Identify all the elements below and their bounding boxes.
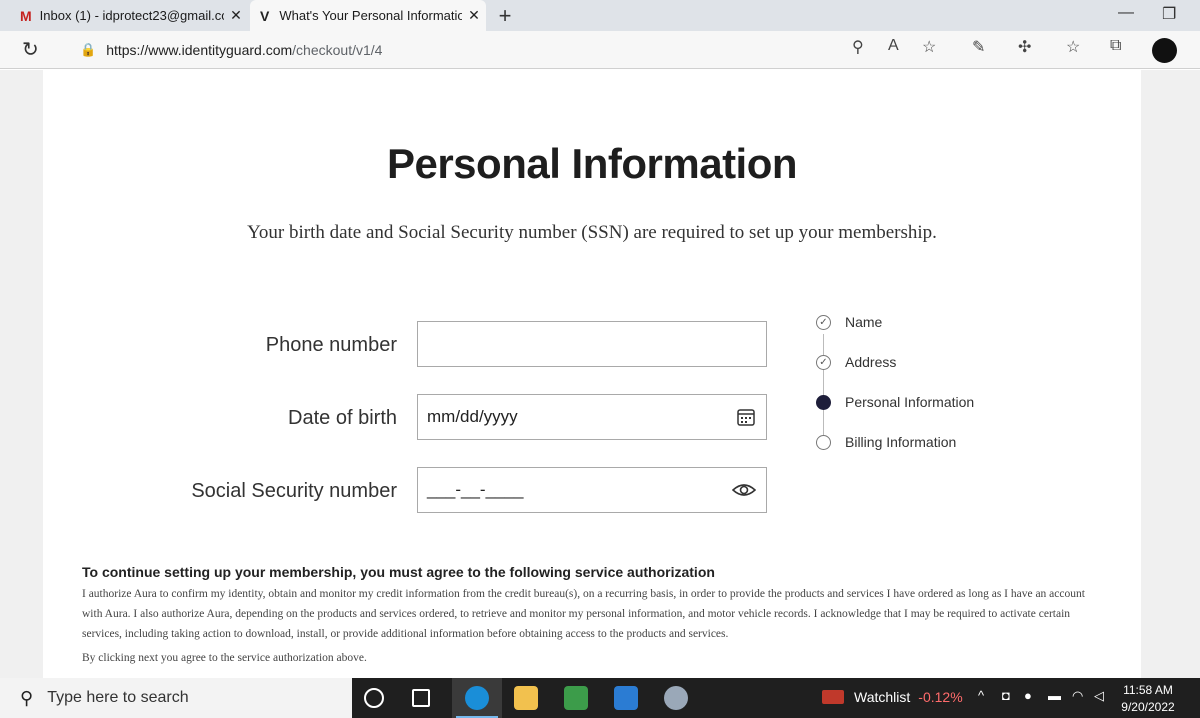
lock-icon[interactable]: 🔒 [80, 42, 96, 58]
tab-label: Inbox (1) - idprotect23@gmail.co [39, 8, 224, 23]
clock-date: 9/20/2022 [1121, 700, 1175, 714]
favorites-icon[interactable]: ☆ [1066, 37, 1080, 57]
taskbar-clock[interactable]: 11:58 AM 9/20/2022 [1108, 682, 1188, 716]
authorization-text: I authorize Aura to confirm my identity,… [82, 588, 1085, 640]
watchlist-label: Watchlist [854, 689, 911, 705]
extensions-puzzle-icon[interactable]: ✣ [1018, 37, 1031, 57]
phone-label: Phone number [265, 334, 397, 356]
chevron-up-icon[interactable]: ^ [978, 688, 984, 703]
app-icon[interactable] [664, 686, 688, 710]
battery-icon[interactable]: ▬ [1048, 688, 1061, 703]
edge-icon [465, 686, 489, 710]
pending-step-dot [816, 434, 831, 450]
tray-app-icon[interactable]: ◘ [1002, 688, 1010, 703]
read-aloud-icon[interactable]: A [888, 37, 899, 55]
step-label: Personal Information [845, 394, 975, 410]
volume-icon[interactable]: ◁ [1094, 688, 1104, 704]
dob-label: Date of birth [288, 407, 397, 429]
check-icon: ✓ [816, 354, 831, 370]
windows-taskbar: ⚲ Type here to search Watchlist -0.12% ^… [0, 678, 1200, 718]
step-label: Billing Information [845, 434, 957, 450]
watchlist-icon [822, 690, 844, 704]
step-address: ✓ Address [816, 354, 896, 370]
identity-guard-favicon: V [260, 7, 270, 24]
step-name: ✓ Name [816, 314, 882, 330]
collections-icon[interactable]: ⧉ [1110, 37, 1121, 55]
gmail-icon: M [20, 7, 32, 24]
search-icon: ⚲ [20, 687, 34, 708]
key-icon[interactable]: ⚲ [852, 37, 864, 57]
close-tab-icon[interactable]: ✕ [462, 7, 486, 24]
add-favorite-icon[interactable]: ☆ [922, 37, 936, 57]
checkout-page: Personal Information Your birth date and… [43, 70, 1141, 678]
authorization-note: By clicking next you agree to the servic… [82, 652, 367, 664]
store-icon[interactable] [564, 686, 588, 710]
watchlist-change: -0.12% [918, 689, 963, 705]
file-explorer-icon[interactable] [514, 686, 538, 710]
phone-input[interactable] [417, 321, 767, 367]
taskbar-search-box[interactable]: ⚲ Type here to search [0, 678, 352, 718]
ssn-label: Social Security number [191, 480, 397, 502]
dob-placeholder: mm/dd/yyyy [427, 407, 518, 426]
close-tab-icon[interactable]: ✕ [224, 7, 248, 24]
search-placeholder: Type here to search [47, 689, 189, 706]
check-icon: ✓ [816, 314, 831, 330]
minimize-icon[interactable]: — [1118, 4, 1134, 22]
restore-icon[interactable]: ❐ [1162, 4, 1176, 24]
profile-avatar[interactable] [1152, 38, 1177, 63]
new-tab-icon[interactable]: + [492, 3, 518, 29]
browser-toolbar: ↻ 🔒 https://www.identityguard.com/checko… [0, 31, 1200, 69]
dob-input[interactable]: mm/dd/yyyy [417, 394, 767, 440]
page-title: Personal Information [386, 140, 798, 187]
cortana-icon[interactable] [364, 688, 384, 708]
extension-icon[interactable]: ✎ [972, 37, 985, 57]
url-text: https://www.identityguard.com/checkout/v… [106, 42, 383, 58]
address-bar[interactable]: 🔒 https://www.identityguard.com/checkout… [70, 35, 950, 65]
page-subtitle: Your birth date and Social Security numb… [247, 222, 937, 243]
tab-gmail-inbox[interactable]: M Inbox (1) - idprotect23@gmail.co ✕ [8, 0, 248, 31]
tab-label: What's Your Personal Informatio [279, 8, 462, 23]
step-label: Address [845, 354, 897, 370]
current-step-dot [816, 394, 831, 410]
task-view-icon[interactable] [412, 689, 430, 707]
steps-connector-line [823, 334, 824, 444]
tray-notification-icon[interactable]: ● [1024, 688, 1032, 703]
mail-icon[interactable] [614, 686, 638, 710]
tab-personal-information[interactable]: V What's Your Personal Informatio ✕ [250, 0, 486, 31]
show-password-eye-icon[interactable] [732, 480, 756, 500]
step-personal-information: Personal Information [816, 394, 974, 410]
ssn-placeholder: ___-__-____ [427, 480, 524, 499]
step-label: Name [845, 314, 883, 330]
ssn-input[interactable]: ___-__-____ [417, 467, 767, 513]
refresh-icon[interactable]: ↻ [22, 37, 39, 62]
taskbar-edge-active[interactable] [452, 678, 502, 718]
calendar-icon[interactable] [736, 407, 756, 427]
watchlist-widget[interactable]: Watchlist -0.12% [822, 689, 963, 705]
authorization-heading: To continue setting up your membership, … [82, 564, 715, 580]
clock-time: 11:58 AM [1123, 683, 1173, 697]
step-billing-information: Billing Information [816, 434, 956, 450]
network-icon[interactable]: ◠ [1072, 688, 1083, 704]
browser-tab-strip: M Inbox (1) - idprotect23@gmail.co ✕ V W… [0, 0, 1200, 31]
